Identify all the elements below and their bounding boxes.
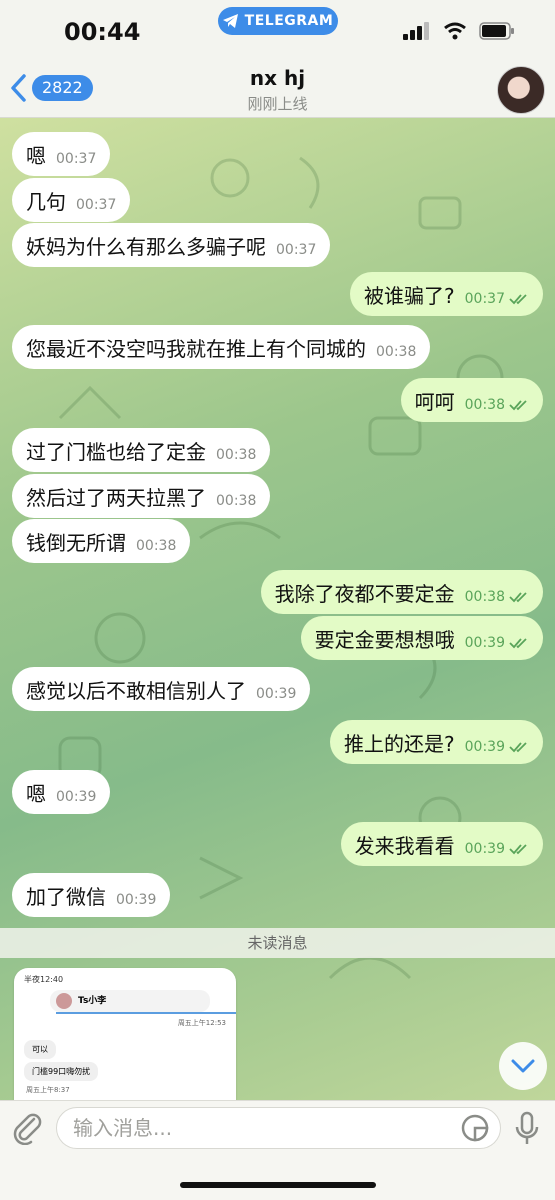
read-checkmarks-icon [509,294,527,305]
message-text: 发来我看看 [354,833,455,858]
contact-avatar[interactable] [497,66,545,114]
wifi-icon [444,22,466,40]
cellular-signal-icon [403,22,429,40]
message-time: 00:39 [56,789,97,805]
message-time: 00:38 [136,538,177,554]
read-checkmarks-icon [509,844,527,855]
incoming-message[interactable]: 妖妈为什么有那么多骗子呢 00:37 [12,223,331,267]
read-checkmarks-icon [509,400,527,411]
incoming-message[interactable]: 您最近不没空吗我就在推上有个同城的 00:38 [12,325,431,369]
home-indicator [180,1182,376,1188]
incoming-message[interactable]: 几句 00:37 [12,178,131,222]
message-time: 00:39 [464,739,505,755]
sticker-icon [461,1114,489,1142]
message-time: 00:39 [464,635,505,651]
message-time: 00:38 [464,589,505,605]
status-icons [403,22,515,40]
outgoing-message[interactable]: 推上的还是? 00:39 [330,720,543,764]
paperclip-icon [13,1113,42,1146]
message-text: 被谁骗了? [364,283,455,308]
preview-bubble-1: 可以 [24,1040,56,1059]
message-time: 00:38 [376,344,417,360]
message-time: 00:39 [116,892,157,908]
incoming-message[interactable]: 过了门槛也给了定金 00:38 [12,428,271,472]
outgoing-message[interactable]: 呵呵 00:38 [400,378,543,422]
incoming-message[interactable]: 钱倒无所谓 00:38 [12,519,191,563]
status-bar: 00:44 TELEGRAM [0,0,555,60]
message-text: 钱倒无所谓 [26,530,126,555]
message-text: 推上的还是? [344,731,455,756]
message-time: 00:37 [464,291,505,307]
outgoing-message[interactable]: 要定金要想想哦 00:39 [300,616,543,660]
message-text: 感觉以后不敢相信别人了 [26,678,246,703]
preview-date-bottom: 周五上午8:37 [26,1086,70,1094]
microphone-icon [515,1111,539,1144]
preview-divider [56,1012,236,1014]
incoming-message[interactable]: 嗯 00:37 [12,132,111,176]
message-text: 嗯 [26,781,46,806]
battery-icon [479,22,514,40]
message-time: 00:37 [276,242,317,258]
incoming-message[interactable]: 然后过了两天拉黑了 00:38 [12,474,271,518]
microphone-button[interactable] [513,1111,541,1151]
message-time: 00:38 [216,493,257,509]
telegram-plane-icon [222,14,238,28]
chat-status: 刚刚上线 [247,95,308,113]
message-time: 00:37 [56,151,97,167]
chat-title[interactable]: nx hj [0,66,555,90]
scroll-down-button[interactable] [499,1042,547,1090]
message-time: 00:38 [216,447,257,463]
message-text: 过了门槛也给了定金 [26,439,206,464]
message-text: 呵呵 [414,389,455,414]
message-text: 加了微信 [26,884,106,909]
image-message[interactable]: 半夜12:40 Ts小李 周五上午12:53 可以 门槛99口嗨勿扰 周五上午8… [14,968,236,1100]
message-time: 00:38 [464,397,505,413]
incoming-message[interactable]: 加了微信 00:39 [12,873,171,917]
telegram-pill-label: TELEGRAM [244,13,334,29]
message-input[interactable]: 输入消息... [56,1107,501,1149]
incoming-message[interactable]: 感觉以后不敢相信别人了 00:39 [12,667,311,711]
message-text: 我除了夜都不要定金 [274,581,455,606]
preview-bubble-2: 门槛99口嗨勿扰 [24,1062,99,1081]
message-time: 00:39 [256,686,297,702]
message-text: 然后过了两天拉黑了 [26,485,206,510]
incoming-message[interactable]: 嗯 00:39 [12,770,111,814]
status-time: 00:44 [64,18,141,46]
chevron-down-icon [511,1059,535,1073]
message-text: 几句 [26,189,66,214]
outgoing-message[interactable]: 我除了夜都不要定金 00:38 [260,570,543,614]
outgoing-message[interactable]: 发来我看看 00:39 [340,822,543,866]
outgoing-message[interactable]: 被谁骗了? 00:37 [350,272,543,316]
chat-header: 2822 nx hj 刚刚上线 [0,60,555,118]
read-checkmarks-icon [509,638,527,649]
read-checkmarks-icon [509,592,527,603]
message-text: 妖妈为什么有那么多骗子呢 [26,234,266,259]
message-text: 要定金要想想哦 [314,627,455,652]
attach-button[interactable] [12,1111,42,1149]
sticker-button[interactable] [461,1114,489,1146]
message-time: 00:37 [76,197,117,213]
preview-status-time: 半夜12:40 [24,975,64,984]
message-text: 您最近不没空吗我就在推上有个同城的 [26,336,366,361]
preview-contact-header: Ts小李 [50,990,210,1012]
preview-date-top: 周五上午12:53 [177,1019,226,1027]
unread-divider: 未读消息 [0,928,555,958]
telegram-pill[interactable]: TELEGRAM [218,7,338,35]
preview-contact-name: Ts小李 [78,996,107,1006]
message-time: 00:39 [464,841,505,857]
message-text: 嗯 [26,143,46,168]
preview-avatar [56,993,72,1009]
read-checkmarks-icon [509,742,527,753]
